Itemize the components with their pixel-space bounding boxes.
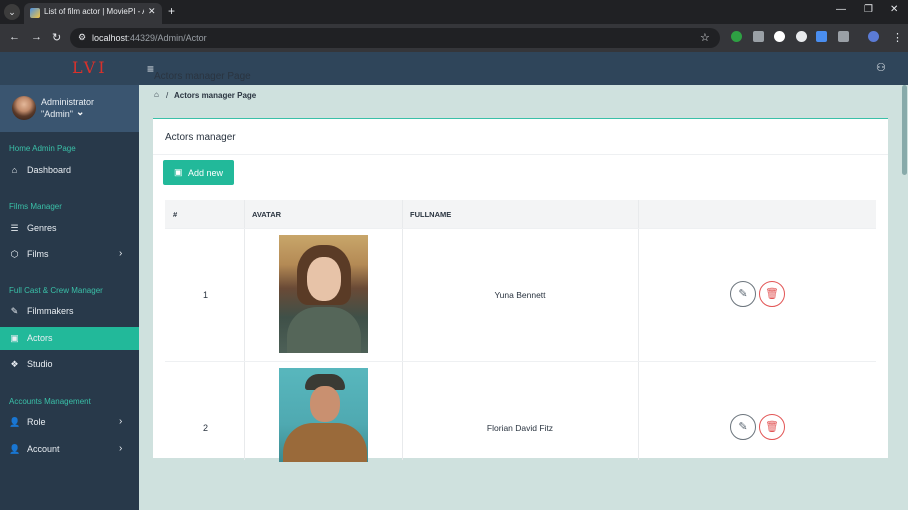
- sidebar-item-label: Filmmakers: [27, 306, 74, 316]
- page-title: Actors manager Page: [154, 71, 251, 82]
- url-text: localhost:44329/Admin/Actor: [92, 33, 207, 43]
- add-new-label: Add new: [188, 168, 224, 178]
- delete-button[interactable]: 🗑: [759, 281, 785, 307]
- address-bar: ← → ↻ ⚙ localhost:44329/Admin/Actor ☆ ⋮: [0, 24, 908, 52]
- sidebar-item-actors[interactable]: ▣ Actors: [0, 327, 139, 350]
- bookmark-star-icon[interactable]: ☆: [700, 31, 710, 44]
- edit-button[interactable]: ✎: [730, 281, 756, 307]
- close-tab-icon[interactable]: ✕: [148, 6, 156, 17]
- sidebar-item-label: Role: [27, 417, 46, 427]
- card-divider: [153, 154, 888, 155]
- column-header-fullname: FULLNAME: [410, 210, 452, 219]
- browser-tab-strip: ⌄ List of film actor | MoviePI - Ac ✕ + …: [0, 0, 908, 24]
- user-icon: 👤: [9, 444, 21, 454]
- browser-menu-icon[interactable]: ⋮: [892, 31, 903, 44]
- row-number: 2: [203, 423, 209, 433]
- sidebar-item-dashboard[interactable]: ⌂ Dashboard: [0, 159, 139, 182]
- sidebar-item-filmmakers[interactable]: ✎ Filmmakers: [0, 300, 139, 323]
- tab-title: List of film actor | MoviePI - Ac: [44, 7, 144, 16]
- user-cog-icon: 👤: [9, 417, 21, 427]
- logo[interactable]: LVI: [72, 58, 108, 77]
- dropbox-icon: ❖: [10, 359, 19, 369]
- actor-avatar: [279, 235, 368, 353]
- extensions-puzzle-icon[interactable]: [838, 31, 849, 42]
- url-input[interactable]: ⚙ localhost:44329/Admin/Actor ☆: [70, 28, 720, 48]
- add-book-icon: ▣: [174, 167, 183, 177]
- sidebar-item-label: Actors: [27, 333, 53, 343]
- sidebar-item-films[interactable]: ⬡ Films ›: [0, 243, 139, 266]
- edit-button[interactable]: ✎: [730, 414, 756, 440]
- actors-card: Actors manager ▣ Add new # AVATAR FULLNA…: [153, 118, 888, 462]
- browser-tab[interactable]: List of film actor | MoviePI - Ac ✕: [24, 3, 162, 24]
- section-title-home: Home Admin Page: [9, 144, 76, 153]
- chevron-right-icon: ›: [119, 443, 123, 454]
- sidebar-item-label: Account: [27, 444, 60, 454]
- table-row: 2 Florian David Fitz ✎ 🗑: [165, 361, 876, 462]
- id-card-icon: ▣: [10, 333, 19, 343]
- sidebar-item-label: Genres: [27, 223, 57, 233]
- extension-icon[interactable]: [816, 31, 827, 42]
- edit-icon: ✎: [10, 306, 19, 316]
- cube-icon: ⬡: [10, 249, 19, 259]
- sidebar-item-label: Films: [27, 249, 49, 259]
- actor-avatar: [279, 368, 368, 462]
- logo-area: LVI: [0, 52, 139, 85]
- add-new-button[interactable]: ▣ Add new: [163, 160, 234, 185]
- sidebar-item-account[interactable]: 👤 Account ›: [0, 438, 139, 461]
- chevron-right-icon: ›: [119, 416, 123, 427]
- user-role[interactable]: "Admin": [41, 109, 73, 119]
- user-profile-icon[interactable]: ⚇: [876, 61, 886, 74]
- sidebar-item-genres[interactable]: ☰ Genres: [0, 217, 139, 240]
- back-icon[interactable]: ←: [9, 31, 20, 43]
- user-name: Administrator: [41, 97, 95, 107]
- new-tab-icon[interactable]: +: [168, 4, 175, 18]
- sidebar-item-label: Studio: [27, 359, 53, 369]
- top-navbar: ≡ ⚇: [139, 52, 908, 85]
- chevron-right-icon: ›: [119, 248, 123, 259]
- column-header-avatar: AVATAR: [252, 210, 282, 219]
- sidebar-item-studio[interactable]: ❖ Studio: [0, 353, 139, 376]
- extension-icon[interactable]: [796, 31, 807, 42]
- column-header-index: #: [173, 210, 178, 219]
- section-title-cast: Full Cast & Crew Manager: [9, 286, 103, 295]
- extension-icon[interactable]: [753, 31, 764, 42]
- home-icon: ⌂: [11, 165, 18, 175]
- menu-toggle-icon[interactable]: ≡: [147, 62, 154, 76]
- table-header: # AVATAR FULLNAME: [165, 200, 876, 228]
- user-panel: Administrator "Admin" ⌄: [0, 85, 139, 132]
- sidebar-item-label: Dashboard: [27, 165, 72, 175]
- breadcrumb: Actors manager Page: [174, 91, 257, 100]
- extension-icon[interactable]: [731, 31, 742, 42]
- actor-fullname: Yuna Bennett: [494, 290, 546, 300]
- actor-fullname: Florian David Fitz: [486, 423, 554, 433]
- minimize-icon[interactable]: —: [836, 4, 846, 15]
- site-info-icon[interactable]: ⚙: [78, 32, 86, 43]
- home-breadcrumb-icon[interactable]: ⌂: [154, 90, 159, 99]
- profile-icon[interactable]: [868, 31, 879, 42]
- sidebar-item-role[interactable]: 👤 Role ›: [0, 411, 139, 434]
- reload-icon[interactable]: ↻: [52, 31, 61, 44]
- extension-icon[interactable]: [774, 31, 785, 42]
- section-title-films: Films Manager: [9, 202, 62, 211]
- chevron-down-icon[interactable]: ⌄: [76, 107, 84, 118]
- favicon-icon: [30, 8, 40, 18]
- breadcrumb-separator: /: [166, 91, 169, 100]
- scrollbar-thumb[interactable]: [902, 85, 907, 175]
- avatar: [12, 96, 36, 120]
- close-window-icon[interactable]: ✕: [890, 4, 898, 15]
- section-title-accounts: Accounts Management: [9, 397, 91, 406]
- table-row: 1 Yuna Bennett ✎ 🗑: [165, 228, 876, 361]
- tab-search-icon[interactable]: ⌄: [4, 4, 20, 20]
- delete-button[interactable]: 🗑: [759, 414, 785, 440]
- maximize-icon[interactable]: ❐: [864, 4, 873, 15]
- list-icon: ☰: [10, 223, 19, 233]
- row-number: 1: [203, 290, 209, 300]
- forward-icon[interactable]: →: [31, 31, 42, 43]
- card-title: Actors manager: [165, 132, 236, 143]
- sidebar: LVI Administrator "Admin" ⌄ Home Admin P…: [0, 52, 139, 510]
